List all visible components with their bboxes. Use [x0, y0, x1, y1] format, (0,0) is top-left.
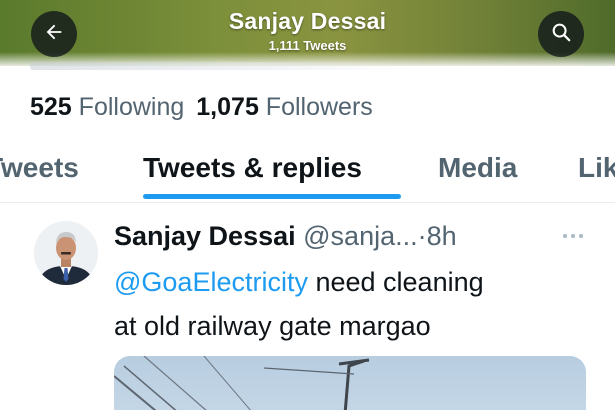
- following-label: Following: [78, 93, 185, 121]
- tweet-text: @GoaElectricity need cleaning at old rai…: [114, 260, 604, 348]
- author-name[interactable]: Sanjay Dessai: [114, 221, 296, 251]
- followers-link[interactable]: 1,075 Followers: [196, 93, 373, 121]
- following-link[interactable]: 525 Following: [30, 93, 184, 121]
- time-separator: ·: [417, 221, 427, 251]
- tweet-text-line2: at old railway gate margao: [114, 311, 431, 341]
- tab-likes[interactable]: Lik: [578, 152, 615, 184]
- avatar[interactable]: [34, 221, 98, 285]
- profile-tabs: Tweets Tweets & replies Media Lik: [0, 148, 615, 200]
- followers-count: 1,075: [196, 93, 259, 121]
- tab-media[interactable]: Media: [438, 152, 517, 184]
- tab-tweets-and-replies[interactable]: Tweets & replies: [143, 152, 362, 184]
- tweet-count: 1,111 Tweets: [268, 38, 347, 53]
- tweet-header: Sanjay Dessai @sanja...·8h: [114, 221, 457, 252]
- more-options-button[interactable]: [560, 226, 586, 251]
- profile-name-title: Sanjay Dessai: [228, 8, 387, 34]
- more-horizontal-icon: [560, 233, 586, 250]
- tabs-divider: [0, 202, 615, 203]
- search-button[interactable]: [538, 11, 584, 57]
- followers-label: Followers: [265, 93, 373, 121]
- mention-link[interactable]: @GoaElectricity: [114, 267, 308, 297]
- follow-stats: 525 Following 1,075 Followers: [30, 93, 373, 122]
- active-tab-indicator: [143, 194, 401, 199]
- tweet-text-line1: need cleaning: [307, 267, 484, 297]
- following-count: 525: [30, 93, 72, 121]
- tab-tweets[interactable]: Tweets: [0, 152, 79, 184]
- tweet-time[interactable]: 8h: [427, 221, 457, 251]
- profile-meta-line: [30, 62, 410, 70]
- tweet-media-image[interactable]: [114, 356, 586, 410]
- search-icon: [550, 21, 572, 48]
- author-handle[interactable]: @sanja...: [303, 221, 417, 251]
